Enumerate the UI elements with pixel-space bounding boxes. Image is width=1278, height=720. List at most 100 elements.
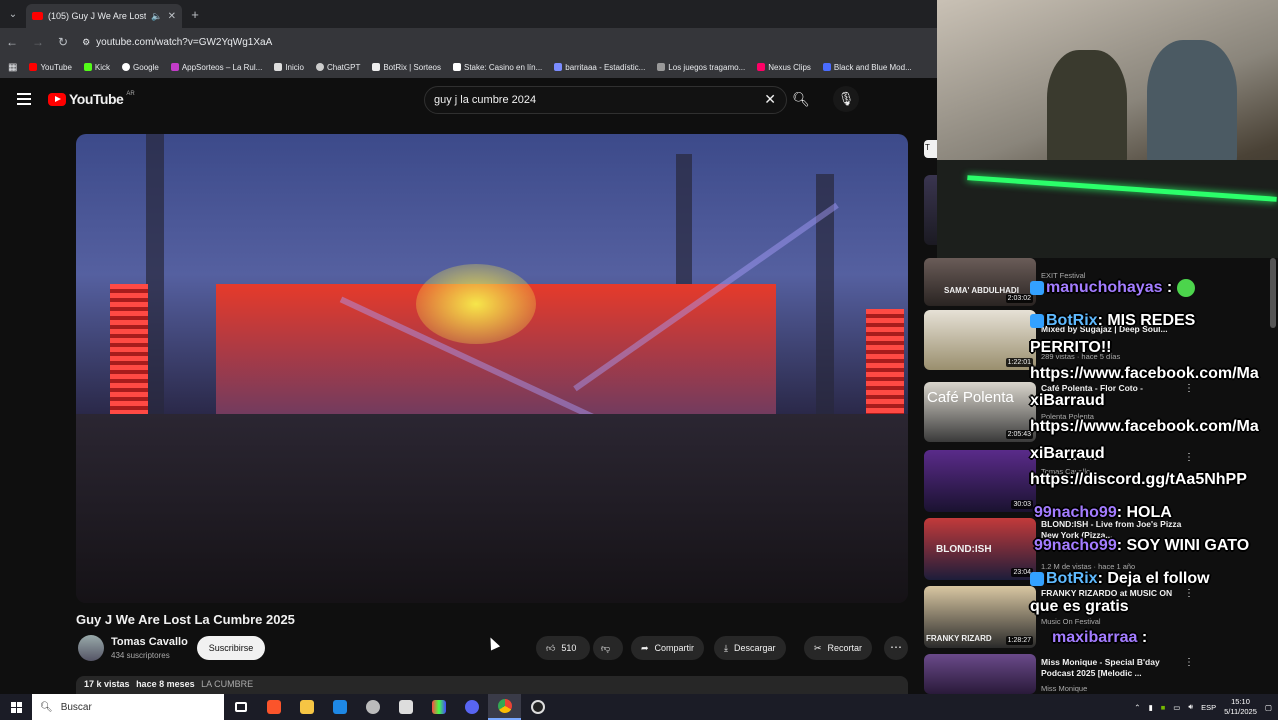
clear-search-icon[interactable]: ✕ (764, 91, 776, 108)
store-icon[interactable] (323, 694, 356, 720)
video-player[interactable] (76, 134, 908, 603)
microphone-icon[interactable]: 🎙︎ (833, 86, 859, 112)
bookmark-kick[interactable]: Kick (83, 63, 110, 72)
new-tab-button[interactable]: + (182, 7, 208, 22)
share-icon: ➦ (641, 642, 649, 653)
chrome-icon[interactable] (488, 694, 521, 720)
download-button[interactable]: ⤓ Descargar (714, 636, 786, 660)
recommendation-thumb[interactable]: FRANKY RIZARD 1:28:27 (924, 586, 1036, 648)
chat-line: que es gratis (1030, 598, 1129, 615)
browser-tab-active[interactable]: (105) Guy J We Are Lost La 🔈 ✕ (26, 4, 182, 28)
recommendation-channel: Music On Festival (1041, 617, 1101, 626)
hamburger-menu-icon[interactable] (17, 93, 31, 105)
youtube-play-icon (48, 92, 66, 106)
appsorteos-icon (170, 63, 179, 71)
clip-button[interactable]: ✂ Recortar (804, 636, 873, 660)
notifications-icon[interactable]: ▢ (1265, 703, 1272, 712)
bookmark-stake[interactable]: Stake: Casino en lín... (453, 63, 542, 72)
search-query: guy j la cumbre 2024 (434, 94, 537, 106)
sidebar-chip[interactable]: T (924, 140, 938, 158)
usb-icon[interactable]: ▮ (1149, 703, 1153, 712)
recommendation-thumb[interactable]: 1:22:01 (924, 310, 1036, 370)
share-button[interactable]: ➦ Compartir (631, 636, 705, 660)
audio-icon[interactable]: 🔈 (151, 11, 162, 22)
chat-line: manuchohayas : (1030, 279, 1195, 297)
task-view-icon[interactable] (224, 694, 257, 720)
bookmark-youtube[interactable]: YouTube (29, 63, 72, 72)
forward-arrow-icon[interactable]: → (32, 35, 44, 49)
streamer-right (1147, 40, 1237, 170)
chat-line: xiBarraud (1030, 445, 1105, 462)
chat-line: https://www.facebook.com/Ma (1030, 418, 1259, 435)
thumb-text: BLOND:ISH (936, 544, 992, 555)
windows-logo-icon (10, 701, 22, 713)
bookmark-barritaaa[interactable]: barritaaa - Estadístic... (554, 63, 645, 72)
desk (937, 160, 1278, 258)
security-shield-icon[interactable] (389, 694, 422, 720)
recommendation-thumb[interactable]: Café Polenta 2:05:43 (924, 382, 1036, 442)
scissors-icon: ✂ (814, 642, 822, 653)
network-icon[interactable]: ▭ (1173, 703, 1180, 712)
view-count: 17 k vistas (84, 679, 130, 689)
recommendation-thumb[interactable]: SAMA' ABDULHADI 2:03:02 (924, 258, 1036, 306)
bookmark-appsorteos[interactable]: AppSorteos – La Rul... (170, 63, 262, 72)
search-icon[interactable]: 🔍︎ (788, 86, 814, 112)
windows-taskbar: 🔍︎ Buscar ⌃ ▮ ■ ▭ 🔊︎ ESP 15:10 5/11/2025… (0, 694, 1278, 720)
dislike-button[interactable]: 👎︎ (593, 636, 623, 660)
more-actions-icon[interactable]: ⋯ (884, 636, 908, 660)
upload-age: hace 8 meses (136, 679, 195, 689)
settings-icon[interactable] (356, 694, 389, 720)
bookmark-nexus-clips[interactable]: Nexus Clips (757, 63, 811, 72)
description-box[interactable]: 17 k vistas hace 8 meses LA CUMBRE (76, 676, 908, 694)
like-button[interactable]: 👍︎ 510 (536, 636, 590, 660)
volume-icon[interactable]: 🔊︎ (1188, 702, 1193, 712)
brave-browser-icon[interactable] (257, 694, 290, 720)
bookmark-google[interactable]: Google (122, 63, 159, 72)
youtube-icon (29, 63, 38, 71)
keyboard-language[interactable]: ESP (1201, 703, 1216, 712)
recommendation-thumb[interactable] (924, 654, 1036, 694)
site-info-icon[interactable]: ⚙ (82, 37, 90, 48)
discord-icon[interactable] (455, 694, 488, 720)
bookmark-juegos[interactable]: Los juegos tragamo... (657, 63, 745, 72)
search-input[interactable]: guy j la cumbre 2024 ✕ (424, 86, 787, 114)
taskbar-search-input[interactable]: 🔍︎ Buscar (32, 694, 224, 720)
nvidia-icon[interactable]: ■ (1161, 703, 1166, 712)
bookmark-black-and-blue[interactable]: Black and Blue Mod... (822, 63, 912, 72)
back-arrow-icon[interactable]: ← (6, 35, 18, 49)
more-options-icon[interactable]: ⋮ (1184, 657, 1194, 668)
sidebar-scrollbar[interactable] (1270, 258, 1276, 328)
tab-close-icon[interactable]: ✕ (168, 11, 176, 22)
kick-icon (83, 63, 92, 71)
more-options-icon[interactable]: ⋮ (1184, 383, 1194, 394)
chevron-up-icon[interactable]: ⌃ (1134, 703, 1140, 712)
taskbar-clock[interactable]: 15:10 5/11/2025 (1224, 697, 1257, 717)
more-options-icon[interactable]: ⋮ (1184, 588, 1194, 599)
file-explorer-icon[interactable] (290, 694, 323, 720)
channel-name[interactable]: Tomas Cavallo (111, 636, 188, 648)
recommendation-thumb[interactable]: BLOND:ISH 23:04 (924, 518, 1036, 580)
colorful-app-icon[interactable] (422, 694, 455, 720)
channel-avatar[interactable] (78, 635, 104, 661)
address-bar-row: ← → ↻ ⚙ youtube.com/watch?v=GW2YqWg1XaA (0, 28, 937, 56)
reload-icon[interactable]: ↻ (58, 35, 68, 49)
obs-icon[interactable] (521, 694, 554, 720)
subscribe-button[interactable]: Suscribirse (197, 636, 265, 660)
thumb-text: FRANKY RIZARD (926, 634, 992, 643)
youtube-logo[interactable]: YouTube AR (48, 91, 135, 107)
joystick-icon (657, 63, 666, 71)
chat-line: https://www.facebook.com/Ma (1030, 365, 1259, 382)
browser-tab-strip: ⌄ (105) Guy J We Are Lost La 🔈 ✕ + (0, 0, 937, 28)
recommendation-thumb[interactable]: 30:03 (924, 450, 1036, 512)
location-tag[interactable]: LA CUMBRE (201, 679, 253, 689)
bookmark-botrix[interactable]: BotRix | Sorteos (372, 63, 441, 72)
start-button[interactable] (0, 694, 32, 720)
recommendation-title[interactable]: Miss Monique - Special B'day Podcast 202… (1041, 657, 1191, 679)
stage-light-glow (416, 264, 536, 344)
more-options-icon[interactable]: ⋮ (1184, 452, 1194, 463)
bookmark-chatgpt[interactable]: ChatGPT (316, 63, 360, 72)
tab-search-chevron-icon[interactable]: ⌄ (0, 0, 26, 28)
bookmark-inicio[interactable]: Inicio (274, 63, 304, 72)
apps-grid-icon[interactable]: ▦ (8, 62, 17, 73)
url-field[interactable]: ⚙ youtube.com/watch?v=GW2YqWg1XaA (82, 37, 272, 48)
